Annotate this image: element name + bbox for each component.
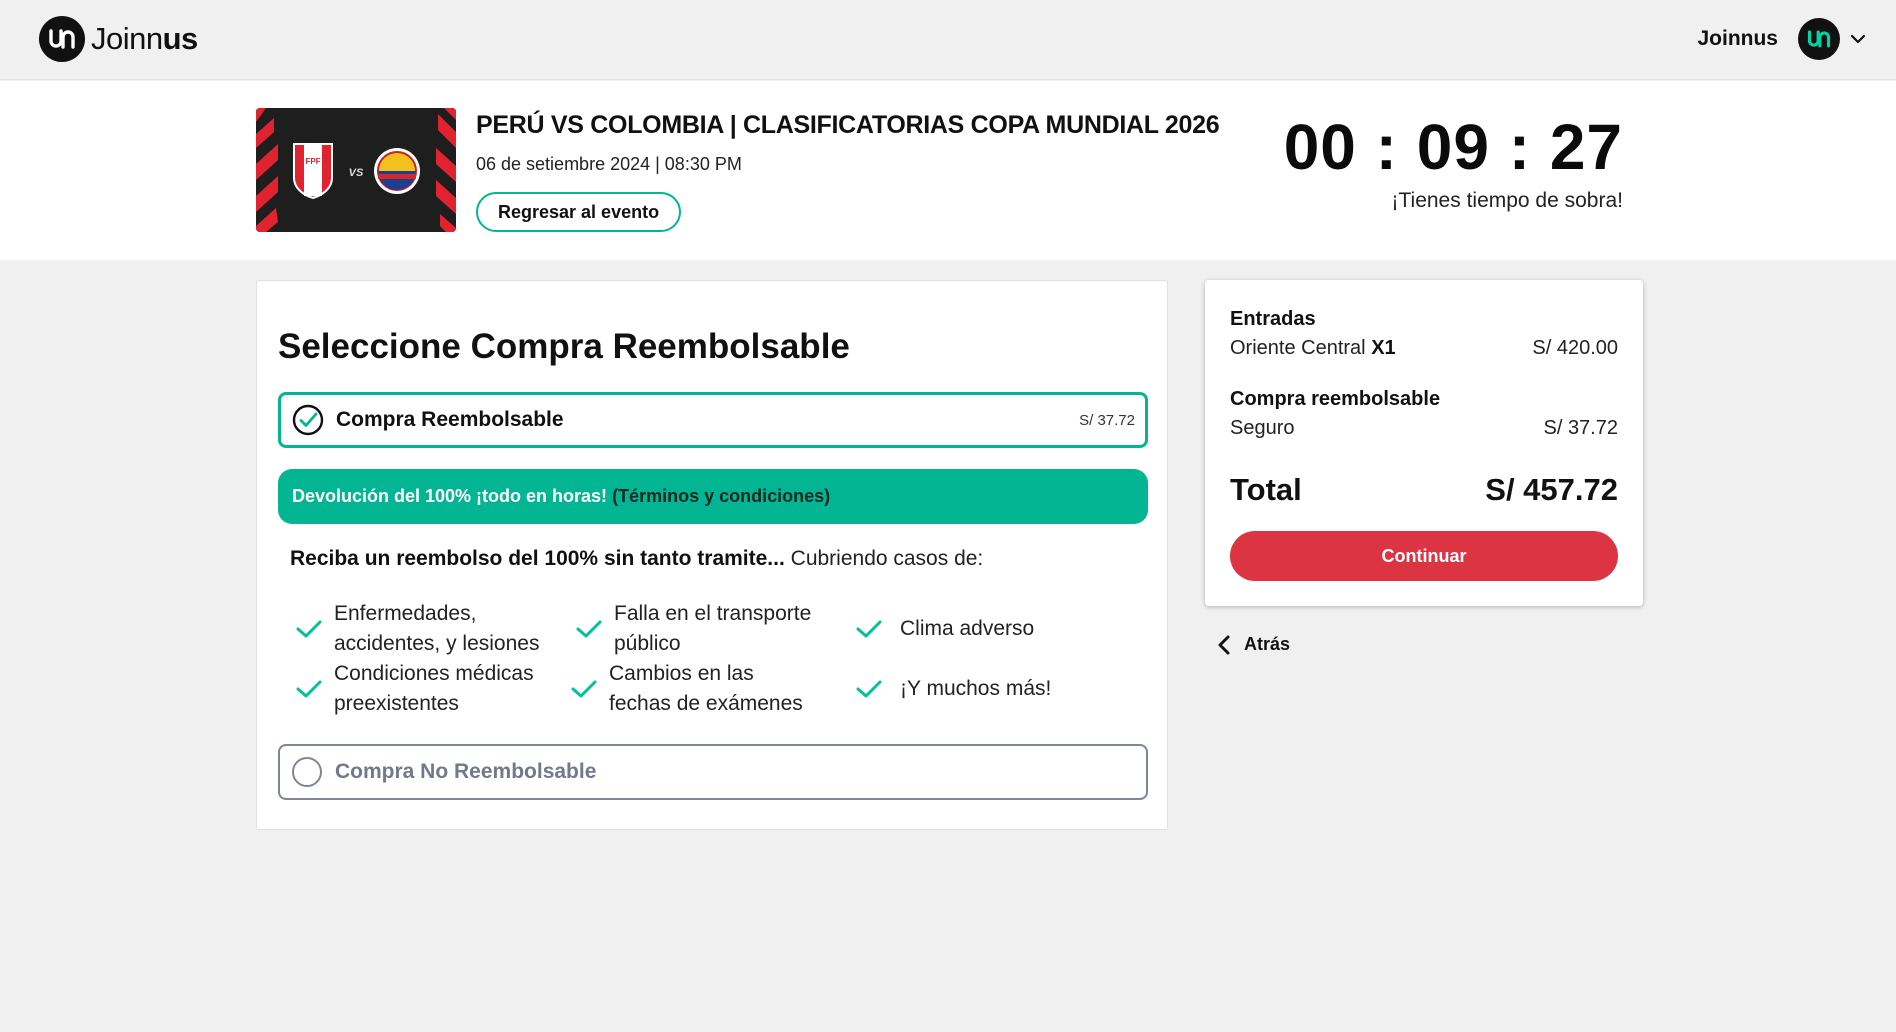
top-navigation-bar: Joinnus Joinnus [0, 0, 1896, 80]
chevron-down-icon[interactable] [1850, 34, 1866, 44]
check-icon [295, 679, 325, 699]
logo-wordmark: Joinnus [91, 21, 198, 56]
user-name: Joinnus [1697, 27, 1778, 50]
insurance-label: Seguro [1230, 417, 1295, 439]
ticket-quantity: X1 [1371, 337, 1396, 359]
event-header: FPF VS PERÚ VS COLOMBIA | CLASIFICATORIA… [0, 81, 1896, 260]
ticket-price: S/ 420.00 [1532, 337, 1618, 359]
insurance-price: S/ 37.72 [1543, 417, 1618, 439]
check-icon [570, 679, 600, 699]
unchecked-radio-icon[interactable] [291, 756, 323, 788]
event-title: PERÚ VS COLOMBIA | CLASIFICATORIAS COPA … [476, 111, 1220, 139]
non-refundable-option[interactable]: Compra No Reembolsable [278, 744, 1148, 800]
list-item: Condiciones médicas preexistentes [295, 659, 534, 719]
thumbnail-vs-text: VS [349, 167, 364, 179]
check-icon [575, 619, 605, 639]
check-icon [855, 679, 885, 699]
checked-radio-icon[interactable] [292, 404, 324, 436]
list-item: Cambios en las fechas de exámenes [570, 659, 803, 719]
terms-link[interactable]: (Términos y condiciones) [612, 486, 830, 507]
timer-digits: 00 : 09 : 27 [1283, 111, 1623, 183]
coverage-rest: Cubriendo casos de: [784, 547, 984, 570]
check-icon [295, 619, 325, 639]
order-summary-card: Entradas Oriente Central X1 S/ 420.00 Co… [1205, 280, 1643, 606]
avatar [1798, 18, 1840, 60]
total-row: Total S/ 457.72 [1230, 472, 1618, 508]
list-item: Clima adverso [855, 614, 1034, 644]
list-item: ¡Y muchos más! [855, 674, 1051, 704]
event-thumbnail: FPF VS [256, 108, 456, 232]
insurance-row: Seguro S/ 37.72 [1230, 417, 1618, 440]
continue-button[interactable]: Continuar [1230, 531, 1618, 581]
ticket-name: Oriente Central [1230, 337, 1366, 359]
peru-crest-text: FPF [305, 157, 320, 166]
refund-banner: Devolución del 100% ¡todo en horas! (Tér… [278, 469, 1148, 524]
total-value: S/ 457.72 [1485, 472, 1618, 507]
countdown-timer: 00 : 09 : 27 ¡Tienes tiempo de sobra! [1284, 115, 1623, 213]
tickets-heading: Entradas [1230, 308, 1316, 330]
refundable-option-label: Compra Reembolsable [336, 408, 564, 431]
back-link[interactable]: Atrás [1218, 634, 1290, 655]
list-item: Falla en el transporte público [575, 599, 811, 659]
ticket-row: Oriente Central X1 S/ 420.00 [1230, 337, 1618, 360]
event-date: 06 de setiembre 2024 | 08:30 PM [476, 154, 742, 174]
check-icon [855, 619, 885, 639]
refundable-option-price: S/ 37.72 [1079, 411, 1135, 429]
refundable-option[interactable]: Compra Reembolsable S/ 37.72 [278, 392, 1148, 448]
non-refundable-option-label: Compra No Reembolsable [335, 760, 597, 783]
refund-banner-highlight: Devolución del 100% ¡todo en horas! [292, 486, 608, 506]
timer-note: ¡Tienes tiempo de sobra! [1391, 189, 1623, 212]
selection-title: Seleccione Compra Reembolsable [278, 327, 850, 366]
coverage-bold: Reciba un reembolso del 100% sin tanto t… [290, 547, 785, 570]
coverage-description: Reciba un reembolso del 100% sin tanto t… [290, 547, 983, 571]
chevron-left-icon [1218, 635, 1230, 655]
total-label: Total [1230, 472, 1302, 507]
list-item: Enfermedades, accidentes, y lesiones [295, 599, 539, 659]
back-to-event-button[interactable]: Regresar al evento [476, 192, 682, 232]
joinnus-logo-icon [39, 16, 85, 62]
back-label: Atrás [1244, 634, 1291, 654]
user-menu[interactable]: Joinnus [1697, 18, 1866, 60]
refund-heading: Compra reembolsable [1230, 388, 1441, 410]
refund-selection-card: Seleccione Compra Reembolsable Compra Re… [256, 280, 1168, 830]
joinnus-logo[interactable]: Joinnus [39, 16, 198, 62]
coverage-cases: Enfermedades, accidentes, y lesiones Fall… [295, 599, 1135, 719]
